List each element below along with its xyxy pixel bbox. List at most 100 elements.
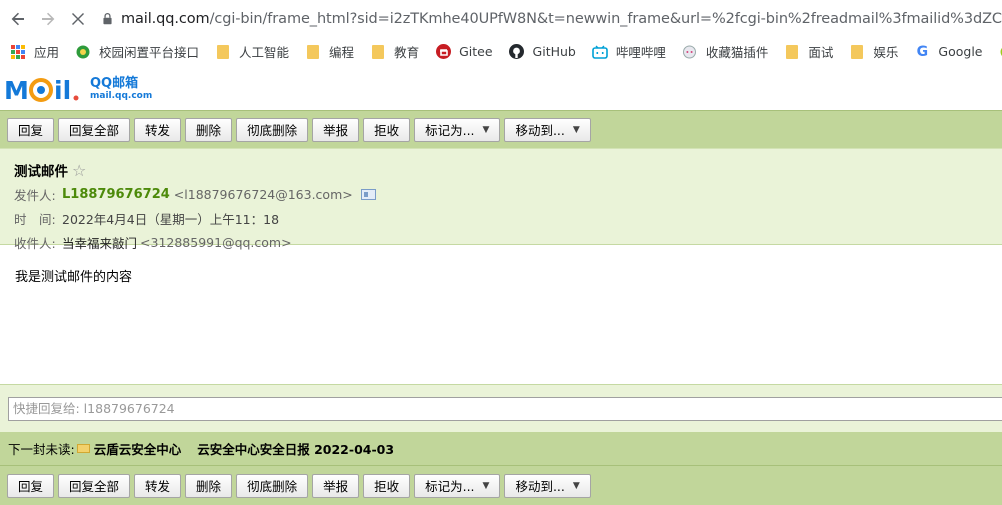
url-path: /cgi-bin/frame_html?sid=i2zTKmhe40UPfW8N… [209, 10, 1002, 27]
reply-all-button[interactable]: 回复全部 [58, 117, 131, 142]
time-label: 时 间: [14, 212, 56, 227]
mail-logo-mark: M il [4, 76, 79, 104]
github-icon [509, 44, 525, 60]
bookmark-education[interactable]: 教育 [370, 42, 419, 61]
bookmark-entertainment[interactable]: 娱乐 [849, 42, 898, 61]
bookmark-label: 哔哩哔哩 [615, 45, 666, 60]
move-to-dropdown[interactable]: 移动到... ▼ [504, 117, 591, 142]
bottom-toolbar: 回复 回复全部 转发 删除 彻底删除 举报 拒收 标记为... ▼ 移动到... ▼ [0, 465, 1002, 505]
delete-button[interactable]: 删除 [185, 117, 233, 142]
bookmark-cat-plugin[interactable]: 收藏猫插件 [682, 42, 769, 61]
back-arrow-icon[interactable] [3, 4, 33, 34]
contact-card-icon[interactable] [360, 189, 376, 200]
url-host: mail.qq.com [121, 10, 210, 27]
mark-as-dropdown[interactable]: 标记为... ▼ [414, 473, 501, 498]
folder-icon [370, 44, 386, 60]
delete-button[interactable]: 删除 [185, 473, 233, 498]
bookmark-ai[interactable]: 人工智能 [215, 42, 289, 61]
delete-permanently-button[interactable]: 彻底删除 [236, 473, 309, 498]
chevron-down-icon: ▼ [572, 480, 580, 491]
next-unread-label: 下一封未读: [8, 442, 75, 457]
folder-icon [784, 44, 800, 60]
green-circle-icon [75, 44, 91, 60]
envelope-icon [76, 444, 90, 453]
stop-loading-icon[interactable] [63, 4, 93, 34]
report-button[interactable]: 举报 [312, 117, 360, 142]
sender-label: 发件人: [14, 188, 56, 203]
time-row: 时 间: 2022年4月4日（星期一）上午11：18 [14, 209, 1002, 228]
next-unread-from[interactable]: 云盾云安全中心 [94, 439, 182, 458]
bookmark-label: 应用 [34, 45, 60, 60]
qq-mail-logo[interactable]: M il QQ邮箱 mail.qq.com [4, 76, 152, 104]
svg-text:il: il [54, 76, 71, 104]
chevron-down-icon: ▼ [482, 124, 490, 135]
bookmark-label: 收藏猫插件 [705, 45, 769, 60]
apps-icon [10, 44, 26, 60]
reply-button[interactable]: 回复 [7, 473, 55, 498]
bookmark-gitee[interactable]: Gitee [435, 44, 493, 60]
bookmark-label: 教育 [394, 45, 420, 60]
forward-button[interactable]: 转发 [134, 117, 182, 142]
next-unread-subject[interactable]: 云安全中心安全日报 2022-04-03 [197, 439, 394, 458]
svg-text:M: M [4, 76, 29, 104]
recipient-name[interactable]: 当幸福来敲门 [62, 233, 137, 252]
bookmark-github[interactable]: GitHub [509, 44, 576, 60]
folder-icon [215, 44, 231, 60]
mark-as-label: 标记为... [425, 479, 475, 494]
message-header: 测试邮件 ☆ 发件人: L18879676724 <l18879676724@1… [0, 148, 1002, 251]
recipient-address: <312885991@qq.com> [140, 235, 292, 250]
folder-icon [849, 44, 865, 60]
reply-all-button[interactable]: 回复全部 [58, 473, 131, 498]
bookmark-label: 人工智能 [239, 45, 290, 60]
delete-permanently-button[interactable]: 彻底删除 [236, 117, 309, 142]
bookmarks-bar: 应用 校园闲置平台接口 人工智能 编程 教育 Gitee GitHub 哔哩哔哩… [0, 37, 1002, 66]
forward-arrow-icon[interactable] [33, 4, 63, 34]
quick-reply-input[interactable]: 快捷回复给: l18879676724 [8, 397, 1002, 421]
bookmark-label: Gitee [459, 44, 493, 59]
sender-row: 发件人: L18879676724 <l18879676724@163.com> [14, 185, 1002, 204]
bilibili-icon [592, 44, 608, 60]
reply-button[interactable]: 回复 [7, 117, 55, 142]
reject-button[interactable]: 拒收 [363, 117, 411, 142]
lemon-icon [999, 44, 1002, 60]
message-subject-row: 测试邮件 ☆ [14, 160, 1002, 181]
url-field[interactable]: mail.qq.com/cgi-bin/frame_html?sid=i2zTK… [121, 11, 1002, 27]
message-subject: 测试邮件 [14, 164, 68, 180]
lock-icon[interactable] [99, 11, 115, 27]
next-unread-bar: 下一封未读: 云盾云安全中心 云安全中心安全日报 2022-04-03 [0, 432, 1002, 465]
sender-name[interactable]: L18879676724 [62, 187, 170, 202]
bookmark-programming[interactable]: 编程 [305, 42, 354, 61]
mark-as-label: 标记为... [425, 123, 475, 138]
bookmark-label: 编程 [329, 45, 355, 60]
bookmark-interview[interactable]: 面试 [784, 42, 833, 61]
top-toolbar: 回复 回复全部 转发 删除 彻底删除 举报 拒收 标记为... ▼ 移动到... ▼ [0, 110, 1002, 148]
star-icon[interactable]: ☆ [72, 161, 86, 180]
quick-reply-area: 快捷回复给: l18879676724 [0, 384, 1002, 432]
mark-as-dropdown[interactable]: 标记为... ▼ [414, 117, 501, 142]
chevron-down-icon: ▼ [482, 480, 490, 491]
forward-button[interactable]: 转发 [134, 473, 182, 498]
bookmark-overflow[interactable] [999, 44, 1002, 60]
bookmark-bilibili[interactable]: 哔哩哔哩 [592, 42, 666, 61]
time-value: 2022年4月4日（星期一）上午11：18 [62, 212, 280, 227]
folder-icon [305, 44, 321, 60]
recipient-label: 收件人: [14, 236, 56, 251]
logo-line2: mail.qq.com [90, 91, 153, 101]
bookmark-campus[interactable]: 校园闲置平台接口 [75, 42, 199, 61]
recipient-row: 收件人: 当幸福来敲门 <312885991@qq.com> [14, 233, 1002, 252]
reject-button[interactable]: 拒收 [363, 473, 411, 498]
bookmark-apps[interactable]: 应用 [10, 42, 59, 61]
logo-text: QQ邮箱 mail.qq.com [90, 76, 153, 102]
move-to-dropdown[interactable]: 移动到... ▼ [504, 473, 591, 498]
gitee-icon [435, 44, 451, 60]
mail-header: M il QQ邮箱 mail.qq.com [0, 66, 1002, 110]
sender-address: <l18879676724@163.com> [173, 187, 353, 202]
report-button[interactable]: 举报 [312, 473, 360, 498]
cat-icon [682, 44, 698, 60]
bookmark-label: GitHub [532, 44, 576, 59]
logo-line1: QQ邮箱 [90, 76, 139, 91]
bookmark-google[interactable]: G Google [914, 44, 983, 60]
move-to-label: 移动到... [515, 479, 565, 494]
bookmark-label: 校园闲置平台接口 [99, 45, 200, 60]
move-to-label: 移动到... [515, 123, 565, 138]
